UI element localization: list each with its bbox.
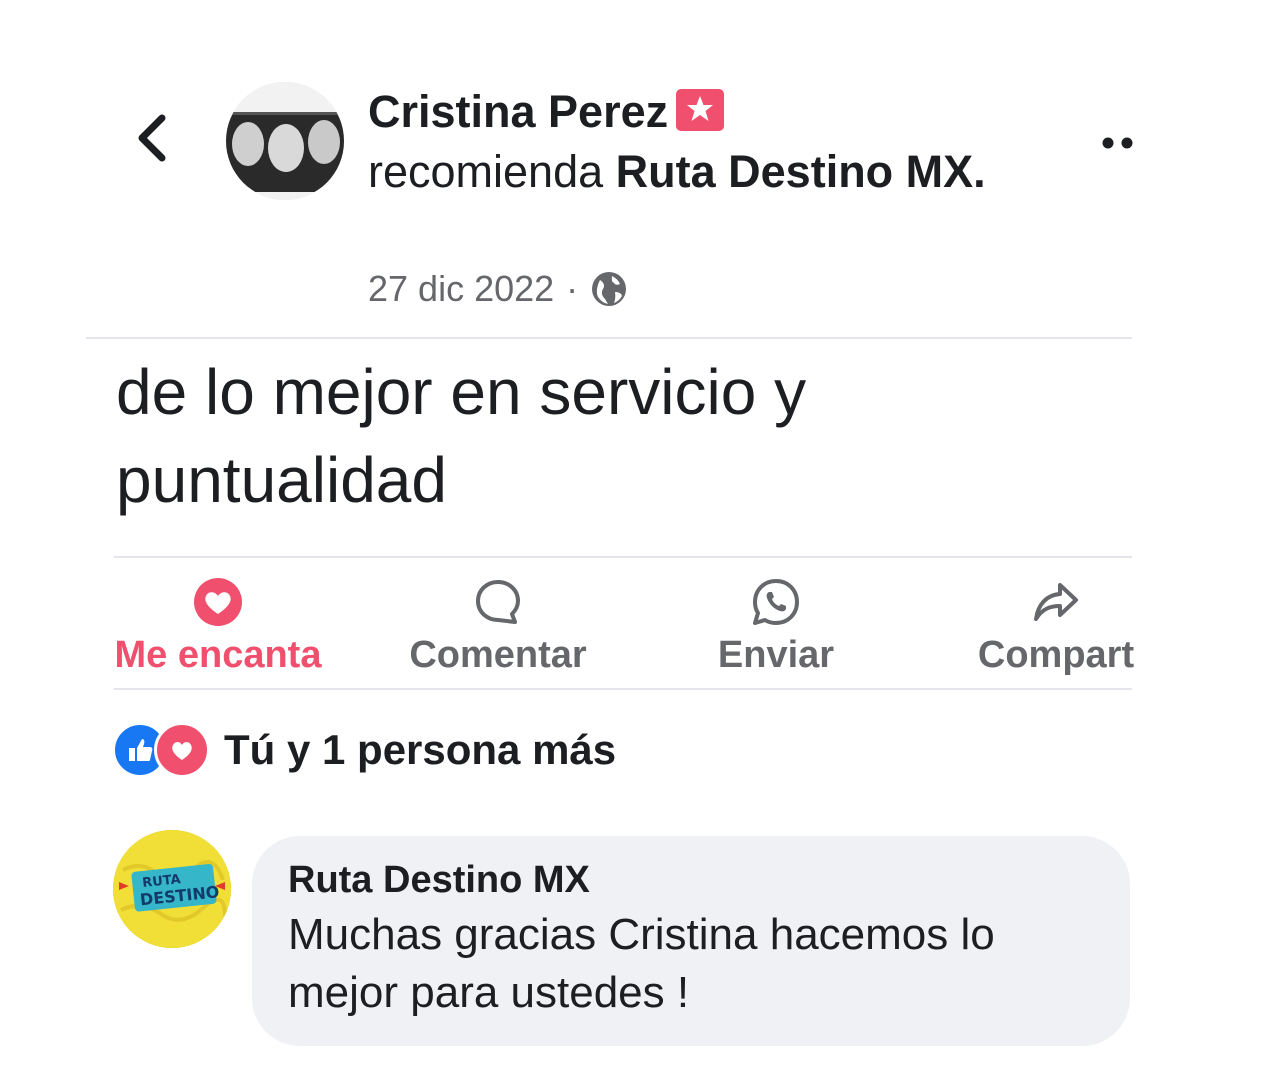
comment-icon: [476, 580, 520, 624]
heart-icon: [194, 578, 242, 626]
actions-divider: [114, 688, 1132, 690]
comment-label: Comentar: [409, 634, 587, 676]
star-badge-icon: [676, 89, 725, 131]
globe-icon: [592, 272, 627, 306]
send-button[interactable]: Enviar: [656, 576, 896, 677]
timestamp-row: 27 dic 2022 ·: [368, 266, 628, 312]
comment-bubble[interactable]: Ruta Destino MX Muchas gracias Cristina …: [252, 836, 1130, 1046]
back-button[interactable]: [128, 108, 178, 168]
share-button[interactable]: Compart: [936, 576, 1176, 677]
commenter-avatar[interactable]: RUTA DESTINO: [113, 830, 231, 948]
photo-strip-image: [226, 82, 344, 200]
comment-text-line-1: Muchas gracias Cristina hacemos lo: [288, 910, 995, 959]
post-text-line-2: puntualidad: [116, 444, 447, 516]
comment-author[interactable]: Ruta Destino MX: [288, 854, 1100, 906]
love-reaction-icon: [154, 722, 210, 778]
reaction-summary-text: Tú y 1 persona más: [224, 726, 617, 773]
page-name-link[interactable]: Ruta Destino MX.: [616, 146, 986, 197]
send-label: Enviar: [717, 634, 835, 676]
more-options-button[interactable]: [1098, 130, 1138, 156]
post-body: de lo mejor en servicio y puntualidad: [116, 348, 1096, 524]
recommendation-line: recomienda Ruta Destino MX.: [368, 142, 1008, 202]
love-label: Me encanta: [114, 634, 322, 676]
post-text-line-1: de lo mejor en servicio y: [116, 356, 807, 428]
author-line: Cristina Perez: [368, 82, 1008, 142]
recommends-text: recomienda: [368, 146, 604, 197]
post-timestamp[interactable]: 27 dic 2022: [368, 268, 554, 310]
comment-button[interactable]: Comentar: [378, 576, 618, 677]
author-name[interactable]: Cristina Perez: [368, 86, 668, 137]
more-icon: [1102, 137, 1133, 149]
back-arrow-icon: [138, 114, 166, 162]
header-divider: [86, 337, 1132, 339]
author-avatar[interactable]: [226, 82, 344, 200]
share-icon: [1034, 583, 1078, 621]
comment-text-line-2: mejor para ustedes !: [288, 968, 690, 1017]
whatsapp-icon: [753, 579, 799, 625]
share-label: Compart: [977, 634, 1135, 676]
post-header: Cristina Perez recomienda Ruta Destino M…: [368, 82, 1008, 202]
ruta-destino-logo: RUTA DESTINO: [113, 830, 231, 948]
reaction-summary[interactable]: Tú y 1 persona más: [112, 722, 616, 778]
love-reaction-button[interactable]: Me encanta: [98, 576, 338, 677]
body-divider: [114, 556, 1132, 558]
timestamp-separator: ·: [566, 268, 579, 309]
